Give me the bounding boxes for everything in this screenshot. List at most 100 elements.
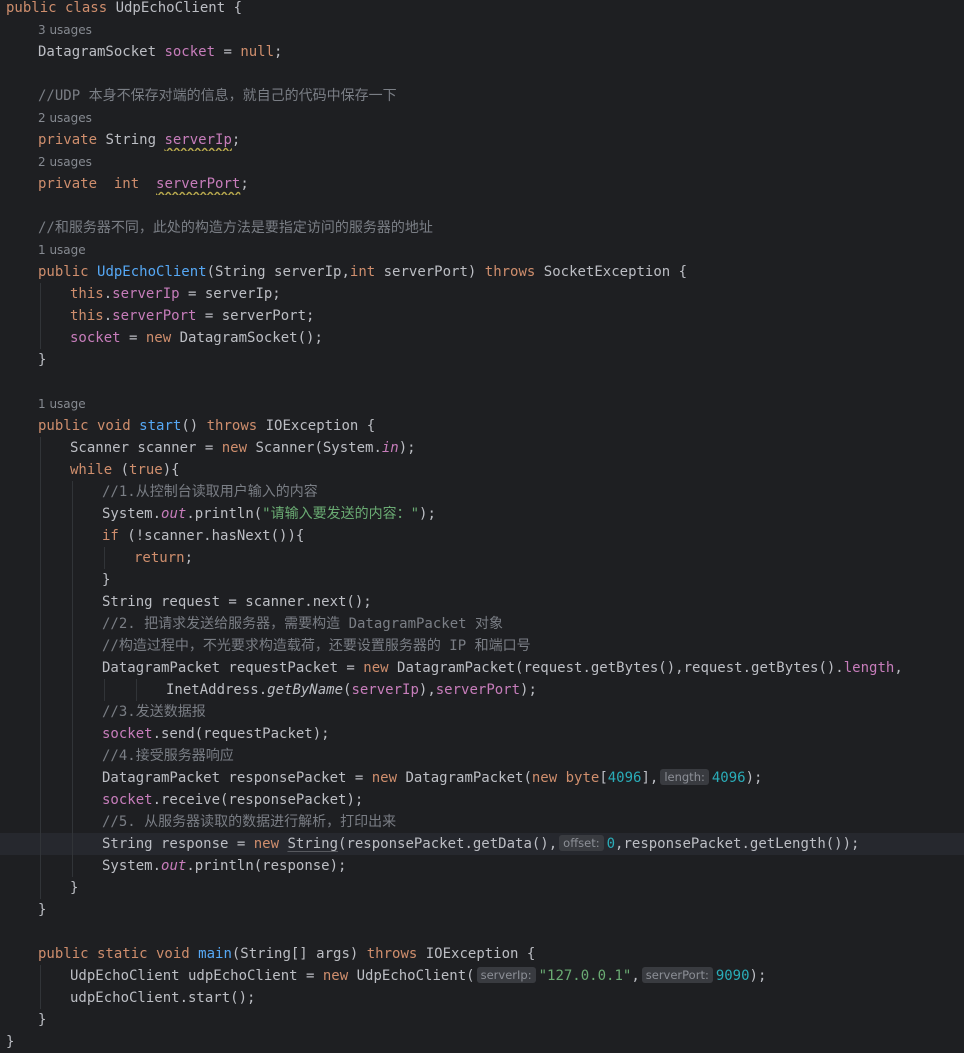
code-line[interactable]: public UdpEchoClient(String serverIp,int…	[0, 261, 964, 283]
code-editor[interactable]: public class UdpEchoClient { 3 usages Data…	[0, 0, 964, 1051]
code-line[interactable]: socket.send(requestPacket);	[0, 723, 964, 745]
code-line[interactable]	[0, 921, 964, 943]
indent-guide	[72, 613, 73, 635]
usage-hint[interactable]: 1 usage	[0, 393, 964, 415]
indent-guide	[72, 745, 73, 767]
code-token: //构造过程中，不光要求构造载荷，还要设置服务器的 IP 和端口号	[102, 638, 531, 654]
code-token: serverPort	[435, 682, 521, 698]
code-token: .println(	[186, 506, 263, 522]
indent-guide	[72, 833, 73, 855]
code-line[interactable]: //2. 把请求发送给服务器，需要构造 DatagramPacket 对象	[0, 613, 964, 635]
code-token: }	[6, 1034, 15, 1050]
line-content: //1.从控制台读取用户输入的内容	[102, 481, 318, 503]
parameter-hint: length:	[660, 769, 709, 785]
line-content: DatagramPacket requestPacket = new Datag…	[102, 657, 903, 679]
indent-guide	[104, 679, 105, 701]
code-token: this	[70, 308, 104, 324]
code-line[interactable]: //3.发送数据报	[0, 701, 964, 723]
line-content: public class UdpEchoClient {	[6, 0, 242, 19]
code-token: throws	[206, 418, 266, 434]
code-line[interactable]: return;	[0, 547, 964, 569]
indent-guide	[72, 701, 73, 723]
code-line[interactable]: public static void main(String[] args) t…	[0, 943, 964, 965]
indent-guide	[40, 305, 41, 327]
usages-hint-text[interactable]: 1 usage	[38, 243, 86, 257]
code-token: socket	[164, 44, 216, 60]
usages-hint-text[interactable]: 2 usages	[38, 111, 92, 125]
code-line[interactable]: //UDP 本身不保存对端的信息，就自己的代码中保存一下	[0, 85, 964, 107]
code-line[interactable]	[0, 63, 964, 85]
code-line[interactable]: this.serverIp = serverIp;	[0, 283, 964, 305]
code-line[interactable]: }	[0, 349, 964, 371]
code-token: (String serverIp,	[206, 264, 350, 280]
code-token: );	[745, 770, 763, 786]
usage-hint[interactable]: 3 usages	[0, 19, 964, 41]
code-line[interactable]: UdpEchoClient udpEchoClient = new UdpEch…	[0, 965, 964, 987]
code-token: InetAddress.	[166, 682, 268, 698]
code-token: public	[38, 264, 98, 280]
usages-hint-text[interactable]: 1 usage	[38, 397, 86, 411]
code-token: out	[161, 858, 187, 874]
line-content: return;	[134, 547, 193, 569]
code-line[interactable]: }	[0, 877, 964, 899]
code-line[interactable]: DatagramPacket requestPacket = new Datag…	[0, 657, 964, 679]
line-content: System.out.println("请输入要发送的内容：");	[102, 503, 436, 525]
code-token: ()	[181, 418, 207, 434]
code-token: ,	[894, 660, 903, 676]
code-line[interactable]: System.out.println("请输入要发送的内容：");	[0, 503, 964, 525]
indent-guide	[40, 789, 41, 811]
code-line[interactable]: udpEchoClient.start();	[0, 987, 964, 1009]
code-line[interactable]: DatagramSocket socket = null;	[0, 41, 964, 63]
code-line[interactable]: }	[0, 1009, 964, 1031]
code-line[interactable]: Scanner scanner = new Scanner(System.in)…	[0, 437, 964, 459]
line-content: System.out.println(response);	[102, 855, 346, 877]
indent-guide	[40, 701, 41, 723]
line-content: //2. 把请求发送给服务器，需要构造 DatagramPacket 对象	[102, 613, 503, 635]
code-token: DatagramSocket	[38, 44, 165, 60]
usage-hint[interactable]: 2 usages	[0, 151, 964, 173]
code-line[interactable]: if (!scanner.hasNext()){	[0, 525, 964, 547]
code-line[interactable]: socket = new DatagramSocket();	[0, 327, 964, 349]
code-line[interactable]: this.serverPort = serverPort;	[0, 305, 964, 327]
code-token: udpEchoClient.start();	[70, 990, 256, 1006]
code-line[interactable]: //和服务器不同，此处的构造方法是要指定访问的服务器的地址	[0, 217, 964, 239]
code-token: }	[38, 1012, 47, 1028]
code-line[interactable]: //5. 从服务器读取的数据进行解析，打印出来	[0, 811, 964, 833]
line-content: DatagramSocket socket = null;	[38, 41, 282, 63]
code-line[interactable]: //4.接受服务器响应	[0, 745, 964, 767]
usage-hint[interactable]: 1 usage	[0, 239, 964, 261]
code-line[interactable]: private String serverIp;	[0, 129, 964, 151]
code-token: (!scanner.hasNext()){	[127, 528, 305, 544]
usages-hint-text[interactable]: 3 usages	[38, 23, 92, 37]
code-line[interactable]: public void start() throws IOException {	[0, 415, 964, 437]
code-token: socket	[102, 726, 153, 742]
code-line[interactable]	[0, 371, 964, 393]
code-line[interactable]: InetAddress.getByName(serverIp),serverPo…	[0, 679, 964, 701]
code-token: 9090	[715, 968, 750, 984]
code-line[interactable]: }	[0, 1031, 964, 1053]
code-line[interactable]: //1.从控制台读取用户输入的内容	[0, 481, 964, 503]
code-token: = serverPort;	[196, 308, 315, 324]
usages-hint-text[interactable]: 2 usages	[38, 155, 92, 169]
usage-hint[interactable]: 2 usages	[0, 107, 964, 129]
code-line[interactable]: }	[0, 899, 964, 921]
code-line-current[interactable]: String response = new String(responsePac…	[0, 833, 964, 855]
code-line[interactable]: System.out.println(response);	[0, 855, 964, 877]
code-line[interactable]: public class UdpEchoClient {	[0, 0, 964, 19]
line-content: }	[38, 1009, 46, 1031]
code-line[interactable]: while (true){	[0, 459, 964, 481]
line-content: //UDP 本身不保存对端的信息，就自己的代码中保存一下	[38, 85, 397, 107]
code-line[interactable]: }	[0, 569, 964, 591]
line-content: public UdpEchoClient(String serverIp,int…	[38, 261, 687, 283]
code-line[interactable]	[0, 195, 964, 217]
code-line[interactable]: //构造过程中，不光要求构造载荷，还要设置服务器的 IP 和端口号	[0, 635, 964, 657]
code-line[interactable]: socket.receive(responsePacket);	[0, 789, 964, 811]
indent-guide	[40, 855, 41, 877]
code-line[interactable]: DatagramPacket responsePacket = new Data…	[0, 767, 964, 789]
code-line[interactable]: String request = scanner.next();	[0, 591, 964, 613]
line-content: //构造过程中，不光要求构造载荷，还要设置服务器的 IP 和端口号	[102, 635, 531, 657]
code-token: new	[322, 968, 357, 984]
code-line[interactable]: private int serverPort;	[0, 173, 964, 195]
code-token: new	[145, 330, 180, 346]
code-token: //UDP 本身不保存对端的信息，就自己的代码中保存一下	[38, 88, 397, 104]
